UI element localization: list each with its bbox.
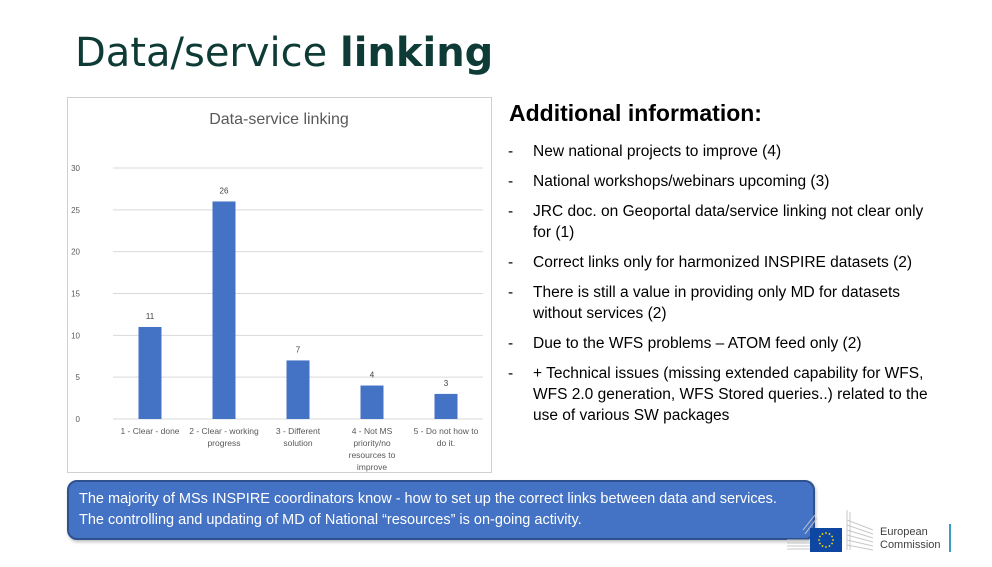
logo-line-1: European xyxy=(880,526,928,538)
info-item-text: + Technical issues (missing extended cap… xyxy=(533,365,928,424)
category-label: 3 - Different solution xyxy=(276,426,321,448)
info-item-text: New national projects to improve (4) xyxy=(533,143,782,160)
category-label: 2 - Clear - working progress xyxy=(189,426,259,448)
data-label: 4 xyxy=(370,371,375,380)
bullet-dash: - xyxy=(508,335,514,352)
info-item-text: Correct links only for harmonized INSPIR… xyxy=(533,254,913,271)
eu-flag-building-icon xyxy=(787,510,874,552)
info-item-text: There is still a value in providing only… xyxy=(533,284,900,322)
data-label: 11 xyxy=(146,312,155,321)
eu-star xyxy=(825,532,827,534)
eu-star xyxy=(825,546,827,548)
category-labels: 1 - Clear - done 2 - Clear - working progr… xyxy=(120,426,478,472)
slide-title-regular: Data/service xyxy=(75,30,340,76)
info-item: - Due to the WFS problems – ATOM feed onl… xyxy=(508,333,928,354)
info-item: - Correct links only for harmonized INSPI… xyxy=(508,252,928,273)
additional-info-panel: Additional information: - New national pr… xyxy=(508,100,928,435)
bar xyxy=(360,385,384,419)
info-item: - National workshops/webinars upcoming (3… xyxy=(508,171,928,192)
bullet-dash: - xyxy=(508,143,514,160)
bullet-dash: - xyxy=(508,284,514,301)
info-item: - JRC doc. on Geoportal data/service link… xyxy=(508,201,928,243)
bar xyxy=(138,326,162,419)
bar xyxy=(434,393,458,419)
category-label: 5 - Do not how to do it. xyxy=(414,426,479,448)
eu-star xyxy=(832,539,834,541)
eu-star xyxy=(828,533,831,535)
additional-info-list: - New national projects to improve (4) - Na… xyxy=(508,141,928,426)
logo-line-2: Commission xyxy=(880,539,941,551)
chart-title: Data-service linking xyxy=(209,111,349,128)
bars xyxy=(138,201,458,419)
y-tick-label: 5 xyxy=(76,373,81,382)
info-item-text: JRC doc. on Geoportal data/service linki… xyxy=(533,203,924,241)
logo-divider xyxy=(949,524,951,552)
eu-star xyxy=(821,545,824,547)
european-commission-text: European Commission xyxy=(880,526,941,552)
bullet-dash: - xyxy=(508,254,514,271)
category-label: 1 - Clear - done xyxy=(120,426,179,436)
eu-star xyxy=(818,539,820,541)
data-label: 26 xyxy=(220,186,229,195)
summary-callout: The majority of MSs INSPIRE coordinators… xyxy=(67,480,815,540)
eu-star xyxy=(828,545,831,547)
eu-star xyxy=(819,535,821,538)
info-item: - There is still a value in providing onl… xyxy=(508,282,928,324)
y-tick-label: 25 xyxy=(71,206,80,215)
eu-star xyxy=(831,535,833,538)
y-tick-label: 15 xyxy=(71,290,80,299)
data-label: 7 xyxy=(296,345,301,354)
bullet-dash: - xyxy=(508,173,514,190)
info-item-text: Due to the WFS problems – ATOM feed only… xyxy=(533,335,862,352)
info-item-text: National workshops/webinars upcoming (3) xyxy=(533,173,830,190)
bullet-dash: - xyxy=(508,365,514,382)
bar xyxy=(212,201,236,419)
additional-info-heading: Additional information: xyxy=(509,100,762,126)
category-label: 4 - Not MS priority/no resources to improve xyxy=(349,426,396,472)
data-label: 3 xyxy=(444,379,449,388)
y-tick-label: 20 xyxy=(71,248,80,257)
y-tick-label: 10 xyxy=(71,331,80,340)
bar-chart: Data-service linking 0 5 10 15 20 25 30 11 26 7 4… xyxy=(67,97,492,473)
eu-star xyxy=(819,542,821,545)
y-tick-label: 30 xyxy=(71,164,80,173)
slide-title: Data/service linking xyxy=(75,30,493,76)
slide-title-bold: linking xyxy=(339,30,494,76)
info-item: - New national projects to improve (4) xyxy=(508,141,928,162)
bar xyxy=(286,360,310,419)
eu-star xyxy=(831,542,833,545)
data-labels: 11 26 7 4 3 xyxy=(146,186,449,387)
y-tick-labels: 0 5 10 15 20 25 30 xyxy=(71,164,80,424)
bullet-dash: - xyxy=(508,203,514,220)
eu-star xyxy=(821,533,824,535)
y-tick-label: 0 xyxy=(76,415,81,424)
chart-svg: Data-service linking 0 5 10 15 20 25 30 11 26 7 4… xyxy=(71,111,483,472)
info-item: - + Technical issues (missing extended ca… xyxy=(508,363,928,426)
